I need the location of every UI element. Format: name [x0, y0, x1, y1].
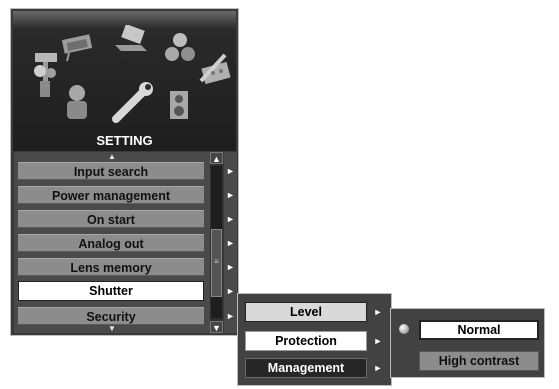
- submenu-arrow-icon[interactable]: ►: [372, 331, 384, 351]
- wrench-icon: [112, 82, 153, 123]
- camera-icon: [34, 53, 57, 97]
- menu-item-analog-out[interactable]: Analog out: [18, 234, 204, 252]
- submenu-arrow-icon[interactable]: ►: [224, 162, 237, 180]
- projector-screen-icon: [61, 34, 93, 62]
- submenu-item-management[interactable]: Management: [245, 358, 367, 378]
- submenu-arrow-icon[interactable]: ►: [224, 258, 237, 276]
- scrollbar-thumb[interactable]: ≡: [211, 229, 222, 297]
- scrollbar-down-icon[interactable]: ▼: [210, 321, 223, 333]
- settings-panel: SETTING ▲ Input search Power management …: [10, 8, 239, 336]
- menu-item-lens-memory[interactable]: Lens memory: [18, 258, 204, 276]
- submenu-arrow-icon[interactable]: ►: [224, 186, 237, 204]
- list-scroll-up-icon[interactable]: ▲: [14, 152, 210, 161]
- menu-item-on-start[interactable]: On start: [18, 210, 204, 228]
- option-high-contrast[interactable]: High contrast: [419, 351, 539, 371]
- submenu-arrow-icon[interactable]: ►: [224, 210, 237, 228]
- level-submenu: Normal High contrast: [390, 308, 545, 378]
- page-title: SETTING: [96, 133, 153, 148]
- submenu-arrow-icon[interactable]: ►: [224, 282, 237, 300]
- laptop-icon: [115, 25, 147, 51]
- scrollbar[interactable]: ▲ ≡ ▼: [210, 152, 223, 333]
- submenu-arrow-icon[interactable]: ►: [224, 307, 237, 325]
- list-scroll-down-icon[interactable]: ▼: [14, 324, 210, 333]
- scrollbar-up-icon[interactable]: ▲: [210, 152, 223, 164]
- option-normal[interactable]: Normal: [419, 320, 539, 340]
- color-palette-icon: [199, 53, 231, 85]
- technician-icon: [67, 85, 87, 119]
- menu-item-shutter[interactable]: Shutter: [18, 281, 204, 301]
- submenu-arrow-icon[interactable]: ►: [224, 234, 237, 252]
- setting-header: SETTING: [13, 11, 236, 151]
- shutter-submenu: Level ► Protection ► Management ►: [237, 293, 392, 386]
- settings-list: ▲ Input search Power management On start…: [14, 152, 210, 333]
- submenu-item-level[interactable]: Level: [245, 302, 367, 322]
- submenu-arrow-icon[interactable]: ►: [372, 302, 384, 322]
- radio-selected-icon: [399, 324, 409, 334]
- submenu-item-protection[interactable]: Protection: [245, 331, 367, 351]
- menu-item-power-management[interactable]: Power management: [18, 186, 204, 204]
- menu-item-security[interactable]: Security: [18, 307, 204, 325]
- submenu-arrow-icon[interactable]: ►: [372, 358, 384, 378]
- menu-item-input-search[interactable]: Input search: [18, 162, 204, 180]
- submenu-arrow-column: ► ► ► ► ► ► ►: [224, 152, 237, 333]
- balls-icon: [165, 33, 195, 61]
- speaker-icon: [170, 91, 188, 119]
